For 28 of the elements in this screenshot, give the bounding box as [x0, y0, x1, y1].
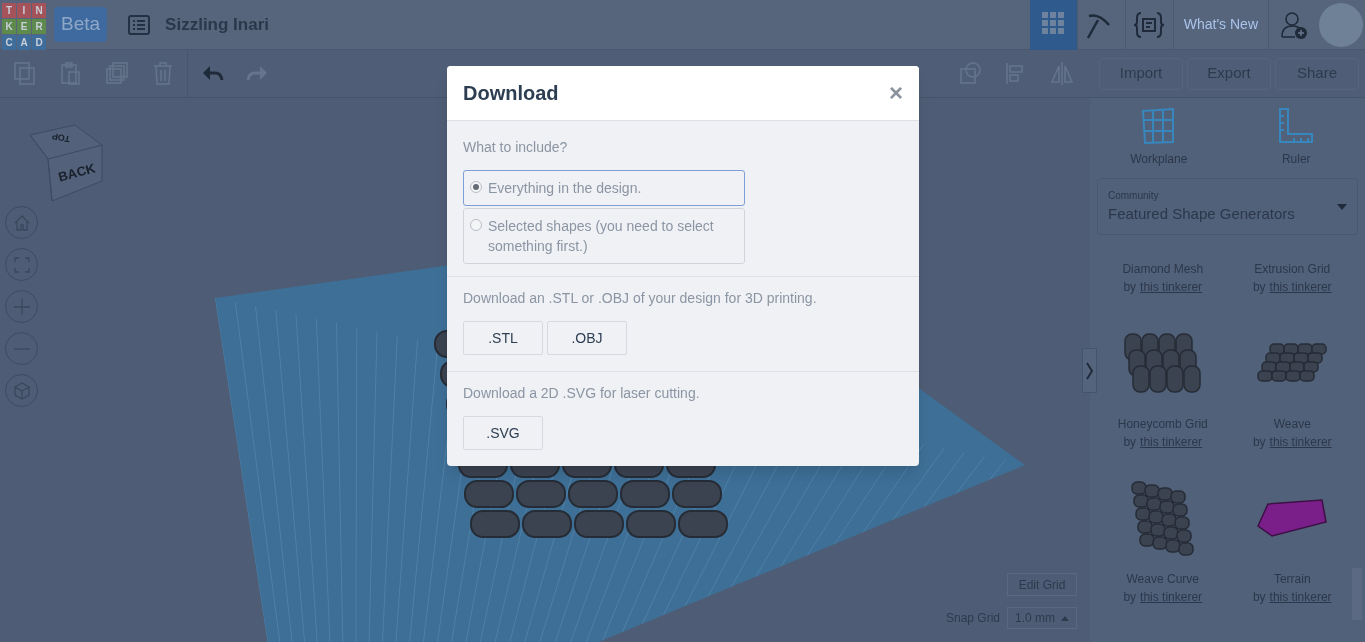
format-button[interactable]: .SVG [463, 416, 543, 450]
dialog-title: Download [463, 81, 559, 106]
woven-tile-drawing [1257, 343, 1328, 383]
include-question: What to include? [463, 138, 569, 157]
terrain-tile-drawing [1257, 499, 1328, 537]
radio-option[interactable]: Everything in the design. [463, 170, 745, 206]
list-icon[interactable] [127, 12, 152, 37]
ruler-icon[interactable] [1278, 108, 1315, 144]
cube-face-label: BACK [56, 159, 98, 187]
nav-tab[interactable] [1029, 0, 1078, 50]
format-button[interactable]: .STL [463, 321, 543, 355]
section-description: Download an .STL or .OBJ of your design for 3D printing. [463, 289, 818, 308]
avatar[interactable] [1319, 2, 1363, 47]
whats-new-link[interactable]: What's New [1173, 0, 1269, 50]
view-cube[interactable]: TOP BACK [28, 123, 104, 203]
caret-up-icon [1061, 615, 1069, 621]
caret-down-icon [1337, 203, 1347, 210]
logo[interactable]: T I N K E R C A D [2, 2, 46, 47]
code-blocks-icon [1133, 10, 1166, 39]
radio-option[interactable]: Selected shapes (you need to select something first.) [463, 208, 745, 264]
panel-collapse-button[interactable] [1082, 348, 1097, 393]
cube-face-label: TOP [50, 129, 72, 145]
format-button[interactable]: .OBJ [547, 321, 627, 355]
chevron-right-icon [1086, 361, 1093, 380]
section-description: Download a 2D .SVG for laser cutting. [463, 384, 701, 403]
workplane-icon[interactable] [1140, 108, 1177, 144]
beta-badge: Beta [54, 7, 108, 42]
close-button[interactable]: × [889, 81, 903, 105]
